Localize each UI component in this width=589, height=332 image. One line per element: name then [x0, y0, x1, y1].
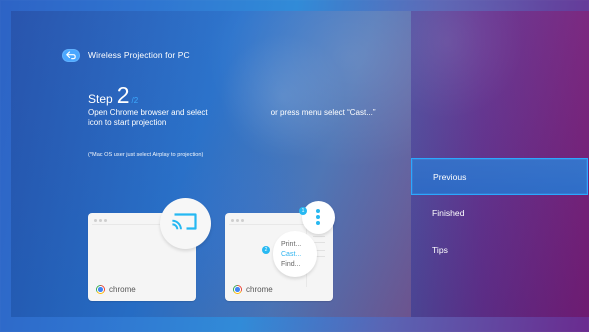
step-total: /2 [131, 96, 139, 105]
browser-top-left [92, 218, 170, 225]
chrome-label-right: chrome [246, 284, 273, 294]
browser-dot [94, 219, 97, 222]
instruction-line-1-prefix: Open Chrome browser and select [88, 108, 208, 117]
tips-button[interactable]: Tips [411, 232, 588, 269]
page-title: Wireless Projection for PC [88, 50, 190, 61]
vertical-dots-icon [316, 209, 320, 213]
instruction-text: Open Chrome browser and select or press … [88, 108, 383, 128]
projection-screen: Wireless Projection for PC Step 2 /2 Ope… [0, 0, 589, 332]
step-indicator: Step 2 /2 [88, 82, 139, 109]
cast-icon [172, 213, 197, 230]
chrome-icon [96, 285, 105, 294]
previous-button[interactable]: Previous [411, 158, 588, 195]
browser-dot [241, 219, 244, 222]
browser-menu-popup: Print... Cast... Find... [273, 231, 317, 277]
finished-button[interactable]: Finished [411, 195, 588, 232]
tips-label: Tips [432, 245, 448, 255]
chrome-brand-right: chrome [233, 285, 273, 294]
preview-line [313, 236, 325, 237]
chrome-icon [233, 285, 242, 294]
chrome-brand-left: chrome [96, 285, 136, 294]
mac-note: (*Mac OS user just select Airplay to pro… [88, 152, 204, 158]
cast-bubble [160, 198, 211, 249]
menu-item-print: Print... [281, 241, 302, 248]
step-number: 2 [116, 82, 130, 108]
browser-top-right [229, 218, 307, 225]
vertical-dots-icon [316, 221, 320, 225]
step-label: Step [88, 92, 113, 106]
header-bar: Wireless Projection for PC [62, 49, 190, 62]
browser-dot [104, 219, 107, 222]
back-icon [66, 51, 76, 60]
menu-item-find: Find... [281, 261, 301, 268]
instruction-line-1-suffix: or press menu select “Cast...” [270, 108, 376, 117]
menu-bubble [302, 201, 335, 234]
callout-badge-1: 1 [299, 207, 307, 215]
previous-label: Previous [433, 172, 467, 182]
menu-item-cast: Cast... [281, 251, 302, 258]
side-menu: Previous Finished Tips [411, 158, 588, 269]
browser-dot [231, 219, 234, 222]
callout-badge-2: 2 [262, 246, 270, 254]
chrome-label-left: chrome [109, 284, 136, 294]
step-line: Step 2 /2 [88, 82, 139, 109]
browser-dot [99, 219, 102, 222]
instruction-line-2: icon to start projection [88, 118, 167, 127]
browser-dot [236, 219, 239, 222]
back-button[interactable] [62, 49, 80, 62]
finished-label: Finished [432, 208, 465, 218]
vertical-dots-icon [316, 215, 320, 219]
instruction-line-1: Open Chrome browser and select or press … [88, 108, 383, 118]
